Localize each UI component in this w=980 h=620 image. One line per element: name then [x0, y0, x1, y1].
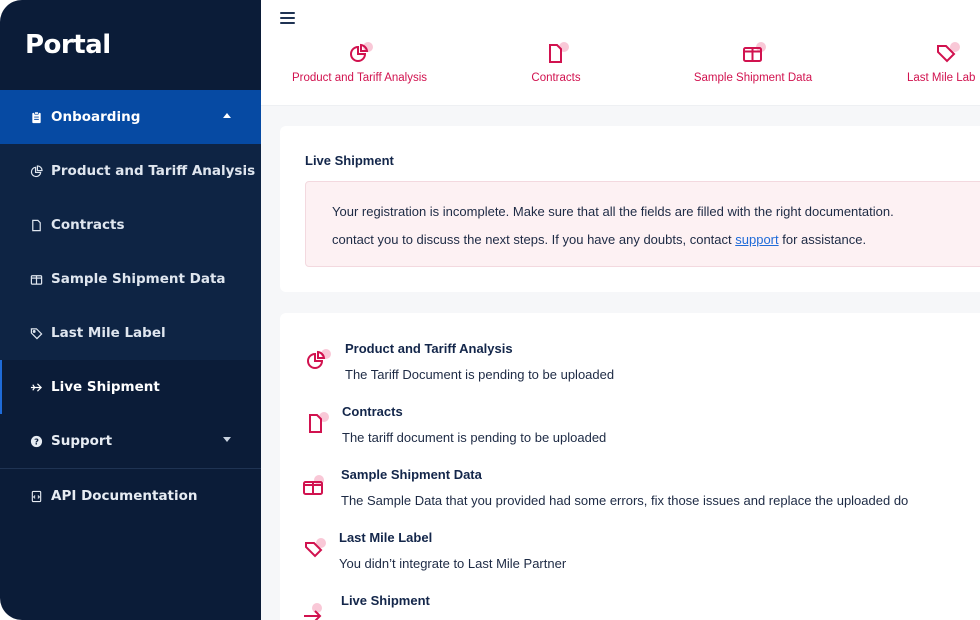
app-window: Portal Onboarding Product and Tariff Ana… [0, 0, 980, 620]
main-content: Product and Tariff Analysis Contracts Sa… [261, 0, 980, 620]
sidebar-item-label: Sample Shipment Data [51, 271, 226, 287]
step-label: Last Mile Lab [907, 72, 976, 84]
code-file-icon [30, 490, 43, 503]
clipboard-icon [30, 111, 43, 124]
document-icon [544, 42, 569, 66]
step-sample-shipment[interactable]: Sample Shipment Data [686, 42, 820, 84]
sidebar-item-live-shipment[interactable]: Live Shipment [0, 360, 261, 414]
status-desc: You didn’t integrate to Last Mile Partne… [339, 556, 567, 571]
status-list-card: Product and Tariff Analysis The Tariff D… [280, 313, 980, 620]
status-desc: The Sample Data that you provided had so… [341, 493, 909, 508]
box-icon [741, 42, 766, 66]
box-icon [302, 475, 326, 499]
step-label: Product and Tariff Analysis [291, 72, 428, 84]
sidebar-item-label: Contracts [51, 217, 125, 233]
sidebar-item-api-docs[interactable]: API Documentation [0, 469, 261, 523]
status-desc: The Tariff Document is pending to be upl… [345, 367, 615, 382]
step-last-mile[interactable]: Last Mile Lab [907, 42, 980, 84]
alert-text-line2: contact you to discuss the next steps. I… [332, 232, 867, 247]
progress-header: Product and Tariff Analysis Contracts Sa… [261, 0, 980, 106]
registration-alert: Your registration is incomplete. Make su… [305, 181, 980, 267]
pie-chart-icon [30, 164, 43, 178]
status-desc: The tariff document is pending to be upl… [342, 430, 607, 445]
step-product-tariff[interactable]: Product and Tariff Analysis [281, 42, 438, 84]
step-contracts[interactable]: Contracts [516, 42, 596, 84]
status-title: Live Shipment [341, 593, 430, 608]
brand-logo: Portal [25, 30, 111, 60]
sidebar-item-contracts[interactable]: Contracts [0, 198, 261, 252]
status-title: Last Mile Label [339, 530, 433, 545]
tag-icon [30, 327, 43, 340]
chevron-up-icon [223, 113, 231, 118]
sidebar-item-label: Onboarding [51, 109, 141, 125]
box-icon [30, 273, 43, 286]
pie-chart-icon [348, 42, 373, 66]
document-icon [30, 219, 43, 232]
alert-text-line1: Your registration is incomplete. Make su… [332, 204, 894, 219]
menu-icon[interactable] [280, 12, 295, 24]
sidebar-item-last-mile[interactable]: Last Mile Label [0, 306, 261, 360]
support-link[interactable]: support [735, 232, 778, 247]
sidebar-item-label: API Documentation [51, 488, 198, 504]
svg-text:?: ? [34, 436, 39, 446]
tag-icon [935, 42, 960, 66]
status-title: Contracts [342, 404, 403, 419]
step-label: Contracts [531, 72, 581, 84]
airplane-icon [30, 381, 43, 394]
card-title: Live Shipment [305, 153, 394, 168]
sidebar-item-onboarding[interactable]: Onboarding [0, 90, 261, 144]
step-label: Sample Shipment Data [693, 72, 813, 84]
chevron-down-icon [223, 437, 231, 442]
sidebar-item-product-tariff[interactable]: Product and Tariff Analysis [0, 144, 261, 198]
document-icon [305, 412, 329, 436]
pie-chart-icon [305, 349, 331, 373]
live-shipment-card: Live Shipment Your registration is incom… [280, 126, 980, 292]
sidebar-item-sample-shipment[interactable]: Sample Shipment Data [0, 252, 261, 306]
sidebar-item-label: Support [51, 433, 113, 449]
sidebar-item-support[interactable]: ? Support [0, 414, 261, 468]
sidebar-nav: Onboarding Product and Tariff Analysis C… [0, 90, 261, 523]
sidebar: Portal Onboarding Product and Tariff Ana… [0, 0, 261, 620]
help-icon: ? [30, 435, 43, 448]
status-title: Sample Shipment Data [341, 467, 482, 482]
sidebar-item-label: Last Mile Label [51, 325, 166, 341]
sidebar-item-label: Live Shipment [51, 379, 160, 395]
tag-icon [304, 538, 328, 562]
airplane-icon [302, 603, 326, 620]
status-title: Product and Tariff Analysis [345, 341, 513, 356]
sidebar-item-label: Product and Tariff Analysis [51, 163, 256, 179]
